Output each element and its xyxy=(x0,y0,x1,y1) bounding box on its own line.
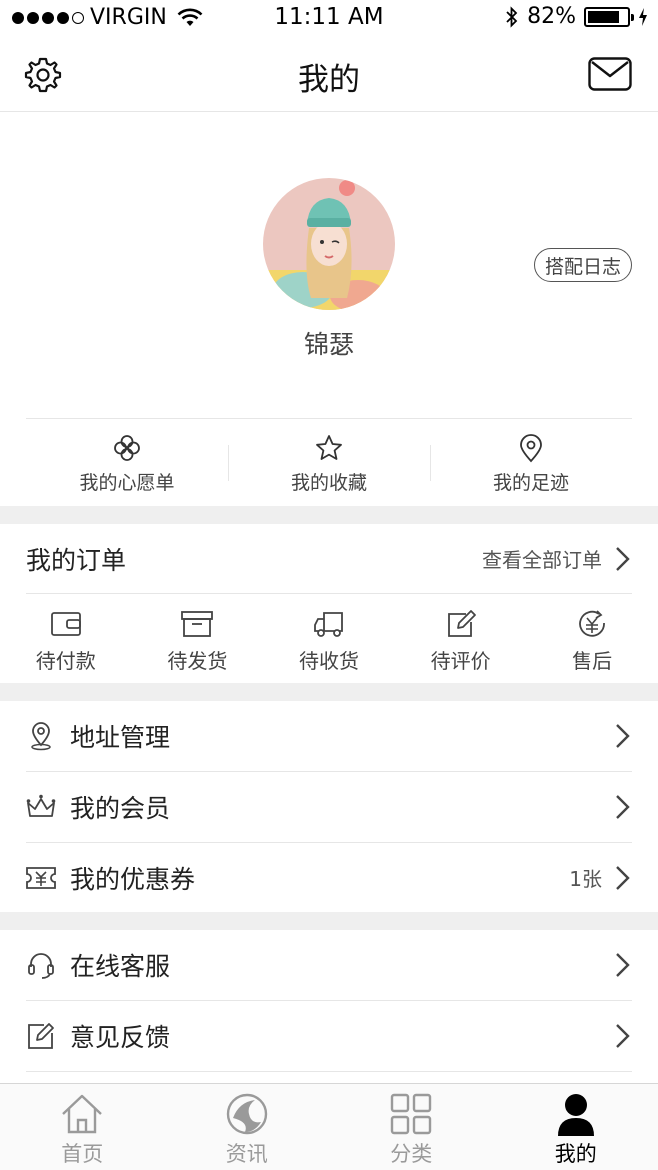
wishlist-link[interactable]: 我的心愿单 xyxy=(26,419,228,506)
box-icon xyxy=(181,611,214,637)
tab-news[interactable]: 资讯 xyxy=(165,1084,330,1170)
section-separator xyxy=(0,912,658,930)
coupon-count-badge: 1张 xyxy=(569,867,602,891)
quick-links: 我的心愿单 我的收藏 我的足迹 xyxy=(26,418,632,506)
wishlist-label: 我的心愿单 xyxy=(79,472,175,494)
coupons-row[interactable]: 我的优惠券 1张 xyxy=(26,842,632,913)
grid-icon xyxy=(391,1093,432,1135)
footprints-label: 我的足迹 xyxy=(492,472,569,494)
customer-service-label: 在线客服 xyxy=(70,952,171,981)
location-pin-icon xyxy=(520,434,542,463)
tab-categories-label: 分类 xyxy=(390,1142,433,1166)
feedback-row[interactable]: 意见反馈 xyxy=(26,1001,632,1072)
view-all-orders-link[interactable]: 查看全部订单 xyxy=(482,544,632,573)
battery-percent: 82% xyxy=(527,4,576,29)
chevron-right-icon xyxy=(616,546,630,571)
address-row-right xyxy=(602,722,632,750)
order-after-sales-label: 售后 xyxy=(572,649,613,673)
footprints-link[interactable]: 我的足迹 xyxy=(430,419,632,506)
order-pending-payment[interactable]: 待付款 xyxy=(0,595,132,683)
membership-label: 我的会员 xyxy=(70,794,171,823)
order-pending-receipt-label: 待收货 xyxy=(298,649,359,673)
feedback-row-right xyxy=(602,1022,632,1050)
tab-home-label: 首页 xyxy=(61,1142,104,1166)
news-icon xyxy=(226,1093,267,1135)
nav-bar: 我的 xyxy=(0,36,658,112)
section-separator xyxy=(0,506,658,524)
charging-icon xyxy=(639,7,647,26)
order-pending-shipment-label: 待发货 xyxy=(167,649,228,673)
address-management-label: 地址管理 xyxy=(70,723,171,752)
order-after-sales[interactable]: 售后 xyxy=(526,595,658,683)
chevron-right-icon xyxy=(616,795,630,819)
chevron-right-icon xyxy=(616,1024,630,1048)
membership-row-right xyxy=(602,793,632,821)
order-pending-shipment[interactable]: 待发货 xyxy=(132,595,264,683)
status-right: 82% xyxy=(505,4,648,29)
headset-icon-wrap xyxy=(26,950,56,980)
wallet-icon xyxy=(50,612,81,636)
customer-service-row-right xyxy=(602,951,632,979)
favorites-link[interactable]: 我的收藏 xyxy=(228,419,430,506)
user-icon xyxy=(557,1094,594,1136)
refund-icon xyxy=(579,610,606,637)
coupons-row-right: 1张 xyxy=(569,863,632,892)
location-icon xyxy=(31,722,51,751)
avatar[interactable] xyxy=(263,178,395,310)
coupon-icon xyxy=(26,866,56,889)
chevron-right-icon xyxy=(616,865,630,890)
tab-news-label: 资讯 xyxy=(225,1142,268,1166)
order-pending-review-label: 待评价 xyxy=(430,649,491,673)
order-pending-payment-label: 待付款 xyxy=(35,649,96,673)
favorites-label: 我的收藏 xyxy=(290,472,367,494)
outfit-diary-button[interactable]: 搭配日志 xyxy=(533,248,632,282)
battery-fill xyxy=(588,10,620,23)
chevron-right-icon xyxy=(616,724,630,748)
truck-icon xyxy=(314,612,343,637)
coupons-label: 我的优惠券 xyxy=(70,864,196,894)
orders-header[interactable]: 我的订单 查看全部订单 xyxy=(26,524,632,594)
membership-row[interactable]: 我的会员 xyxy=(26,772,632,843)
crown-icon xyxy=(26,794,56,817)
avatar-image xyxy=(263,178,395,310)
status-bar: VIRGIN 11:11 AM 82% xyxy=(0,0,658,36)
orders-title: 我的订单 xyxy=(26,545,127,575)
customer-service-row[interactable]: 在线客服 xyxy=(26,930,632,1001)
profile-section: 锦瑟 搭配日志 xyxy=(0,113,658,418)
tab-home[interactable]: 首页 xyxy=(0,1084,165,1170)
feedback-icon xyxy=(28,1023,54,1049)
address-management-row[interactable]: 地址管理 xyxy=(26,701,632,772)
home-icon xyxy=(62,1094,103,1134)
coupon-icon-wrap xyxy=(26,863,56,893)
feedback-icon-wrap xyxy=(26,1021,56,1051)
edit-icon xyxy=(447,610,476,637)
chevron-right-icon xyxy=(616,953,630,977)
tab-me-label: 我的 xyxy=(554,1142,597,1166)
bluetooth-icon xyxy=(506,5,518,28)
battery-icon xyxy=(584,6,634,27)
clover-icon xyxy=(114,435,140,461)
order-pending-receipt[interactable]: 待收货 xyxy=(263,595,395,683)
page-title: 我的 xyxy=(298,62,360,98)
headset-icon xyxy=(28,953,54,979)
tab-me[interactable]: 我的 xyxy=(494,1084,658,1170)
star-icon xyxy=(316,435,342,460)
location-icon-wrap xyxy=(26,721,56,751)
section-separator xyxy=(0,683,658,701)
feedback-label: 意见反馈 xyxy=(70,1023,171,1052)
order-status-row: 待付款 待发货 待收货 待评价 售后 xyxy=(0,595,658,683)
username: 锦瑟 xyxy=(303,330,354,359)
tab-categories[interactable]: 分类 xyxy=(329,1084,494,1170)
order-pending-review[interactable]: 待评价 xyxy=(395,595,527,683)
crown-icon-wrap xyxy=(26,792,56,822)
view-all-orders-label: 查看全部订单 xyxy=(482,548,602,572)
tab-bar: 首页 资讯 分类 我的 xyxy=(0,1083,658,1170)
mail-icon[interactable] xyxy=(588,57,632,91)
